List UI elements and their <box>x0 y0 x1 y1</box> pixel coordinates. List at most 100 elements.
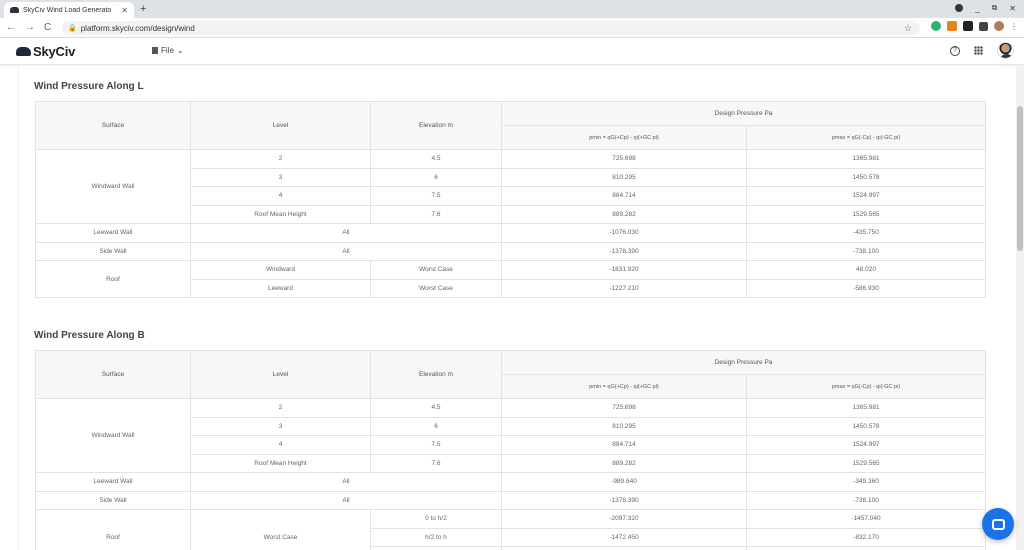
table-row: Leeward Wall All -1076.030 -435.750 <box>35 223 986 243</box>
pmax-cell: 1524.997 <box>746 435 986 455</box>
lock-icon[interactable]: 🔒 <box>68 24 77 32</box>
table-row: Side Wall All -1378.390 -738.100 <box>35 241 986 261</box>
new-tab-button[interactable]: + <box>140 3 146 15</box>
chat-support-button[interactable] <box>982 508 1014 540</box>
level-cell: 2 <box>190 149 371 169</box>
surface-cell: Side Wall <box>35 241 191 261</box>
pmin-cell: -1831.920 <box>501 260 747 280</box>
tab-close-icon[interactable]: ✕ <box>121 6 128 15</box>
surface-cell: Windward Wall <box>35 149 191 224</box>
extension-icon[interactable] <box>963 21 973 31</box>
pmin-cell: 889.282 <box>501 204 747 224</box>
grammarly-extension-icon[interactable] <box>931 21 941 31</box>
restore-button[interactable]: ⧉ <box>992 3 998 13</box>
minimize-button[interactable]: _ <box>975 4 979 13</box>
app-header: SkyCiv File ⌄ ? <box>0 38 1024 65</box>
header-actions: ? <box>950 42 1014 59</box>
surface-cell: Windward Wall <box>35 398 191 473</box>
pmax-cell: 1450.578 <box>746 416 986 436</box>
level-cell: Roof Mean Height <box>190 453 371 473</box>
file-menu-label: File <box>161 46 174 55</box>
level-cell: Windward <box>190 260 371 280</box>
browser-menu-icon[interactable]: ⋮ <box>1010 22 1018 31</box>
col-header-elevation: Elevation m <box>370 101 502 150</box>
pmin-cell: 884.714 <box>501 435 747 455</box>
chevron-down-icon: ⌄ <box>176 46 184 55</box>
pmin-cell <box>501 546 747 550</box>
table-row: Roof Windward Worst Case -1831.920 48.02… <box>35 260 986 298</box>
pmin-cell: -1227.210 <box>501 278 747 298</box>
page-scrollbar[interactable] <box>1016 66 1024 550</box>
table-row: Side Wall All -1378.390 -738.100 <box>35 490 986 510</box>
profile-circle-icon[interactable] <box>955 4 964 12</box>
pmin-cell: -1378.390 <box>501 490 747 510</box>
pmin-cell: -1472.450 <box>501 527 747 547</box>
file-icon <box>152 47 158 54</box>
apps-grid-icon[interactable] <box>974 46 983 55</box>
skyciv-logo[interactable]: SkyCiv <box>16 44 75 59</box>
col-header-surface: Surface <box>35 350 191 399</box>
col-header-level: Level <box>190 101 371 150</box>
col-header-elevation: Elevation m <box>370 350 502 399</box>
browser-tabstrip: SkyCiv Wind Load Generato ✕ + _ ⧉ ✕ <box>0 0 1024 18</box>
puzzle-extensions-icon[interactable] <box>979 21 988 31</box>
pmax-cell: 1450.578 <box>746 167 986 187</box>
pmin-cell: 889.282 <box>501 453 747 473</box>
pmin-cell: 810.295 <box>501 167 747 187</box>
skyciv-cloud-icon <box>16 46 31 56</box>
level-cell: Roof Mean Height <box>190 204 371 224</box>
pmax-cell: 1529.565 <box>746 204 986 224</box>
pmin-cell: 810.295 <box>501 416 747 436</box>
elevation-cell: 0 to h/2 <box>370 509 502 529</box>
pmax-cell: 48.020 <box>746 260 986 280</box>
close-window-button[interactable]: ✕ <box>1009 4 1016 13</box>
section-title-along-b: Wind Pressure Along B <box>34 330 145 341</box>
pressure-table-along-l: Surface Level Elevation m Design Pressur… <box>35 101 986 298</box>
metamask-extension-icon[interactable] <box>947 21 957 31</box>
pmax-cell: 1365.981 <box>746 149 986 169</box>
scrollbar-thumb[interactable] <box>1017 106 1023 251</box>
back-arrow-icon[interactable]: ← <box>6 22 16 33</box>
elevation-cell: 7.6 <box>370 453 502 473</box>
elevation-cell <box>370 546 502 550</box>
elevation-cell: 7.5 <box>370 435 502 455</box>
address-bar[interactable]: 🔒 platform.skyciv.com/design/wind ☆ <box>62 21 920 35</box>
browser-tab[interactable]: SkyCiv Wind Load Generato ✕ <box>4 2 134 18</box>
col-header-level: Level <box>190 350 371 399</box>
col-header-pmin: pmin = qG(+Cp) - qi(+GC pi) <box>501 125 747 150</box>
pressure-table-along-b: Surface Level Elevation m Design Pressur… <box>35 350 986 550</box>
pmax-cell: -1457.040 <box>746 509 986 529</box>
pmin-cell: -2097.320 <box>501 509 747 529</box>
extensions-area: ⋮ <box>931 21 1018 31</box>
reload-icon[interactable]: C <box>44 22 51 33</box>
url-text: platform.skyciv.com/design/wind <box>80 23 195 33</box>
file-menu[interactable]: File ⌄ <box>152 46 184 55</box>
pmin-cell: 725.698 <box>501 149 747 169</box>
elevation-cell: 4.5 <box>370 149 502 169</box>
bookmark-star-icon[interactable]: ☆ <box>904 23 912 34</box>
user-avatar[interactable] <box>997 42 1014 59</box>
elevation-cell: 4.5 <box>370 398 502 418</box>
level-cell: Worst Case <box>190 509 371 550</box>
surface-cell: Side Wall <box>35 490 191 510</box>
col-header-design-pressure: Design Pressure Pa <box>501 101 986 126</box>
elevation-cell: 6 <box>370 167 502 187</box>
pmin-cell: -989.640 <box>501 472 747 492</box>
surface-cell: Roof <box>35 260 191 298</box>
help-icon[interactable]: ? <box>950 45 960 56</box>
level-cell: 4 <box>190 186 371 206</box>
tab-title: SkyCiv Wind Load Generato <box>23 6 112 14</box>
surface-cell: Leeward Wall <box>35 223 191 243</box>
level-cell: Leeward <box>190 278 371 298</box>
level-cell: All <box>190 490 502 510</box>
forward-arrow-icon[interactable]: → <box>25 22 35 33</box>
pmax-cell: 1529.565 <box>746 453 986 473</box>
level-cell: 3 <box>190 167 371 187</box>
browser-profile-avatar[interactable] <box>994 21 1004 31</box>
col-header-surface: Surface <box>35 101 191 150</box>
pmax-cell: -435.750 <box>746 223 986 243</box>
level-cell: All <box>190 241 502 261</box>
surface-cell: Roof <box>35 509 191 550</box>
skyciv-favicon-icon <box>10 7 19 13</box>
pmax-cell: -832.170 <box>746 527 986 547</box>
